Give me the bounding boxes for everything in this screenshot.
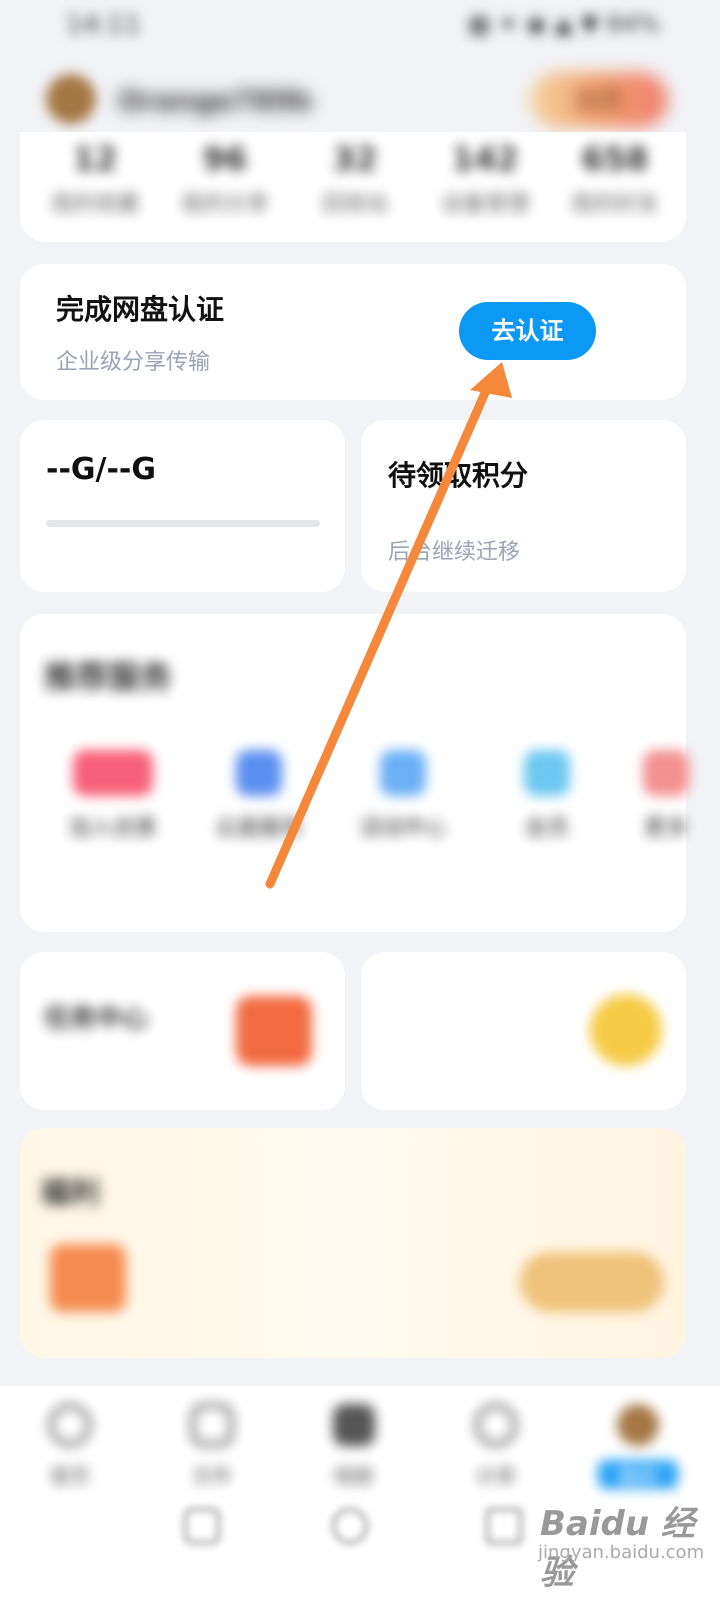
welfare-button[interactable] <box>520 1252 664 1312</box>
nav-share[interactable]: 分享 <box>456 1404 536 1489</box>
stat-friends[interactable]: 658 我的好友 <box>550 140 680 218</box>
share-icon <box>475 1404 517 1446</box>
service-item[interactable]: 会员 <box>482 740 612 854</box>
points-title: 待领取积分 <box>388 459 529 492</box>
nav-files[interactable]: 文件 <box>172 1404 252 1489</box>
stat-favorites[interactable]: 12 我的收藏 <box>30 140 160 218</box>
stat-value: 32 <box>332 140 378 178</box>
go-certify-button[interactable]: 去认证 <box>459 302 596 360</box>
welfare-thumbnail <box>50 1244 126 1312</box>
stat-value: 142 <box>451 140 519 178</box>
service-item[interactable]: 活动中心 <box>338 740 468 854</box>
service-icon <box>73 750 153 796</box>
diamond-icon <box>590 994 662 1066</box>
stat-label: 回收站 <box>321 192 388 217</box>
cert-title: 完成网盘认证 <box>56 293 225 326</box>
service-icon <box>524 750 570 796</box>
stat-shares[interactable]: 96 我的分享 <box>160 140 290 218</box>
welfare-title: 福利 <box>40 1176 100 1211</box>
welfare-card <box>20 1128 686 1358</box>
nav-label: 相册 <box>334 1464 374 1488</box>
service-name: 云盘服务 <box>214 816 303 841</box>
service-item[interactable]: 云盘服务 <box>194 740 324 854</box>
home-icon <box>49 1404 91 1446</box>
stat-devices[interactable]: 142 设备管理 <box>420 140 550 218</box>
service-icon <box>236 750 282 796</box>
service-name: 会员 <box>524 816 569 841</box>
stat-label: 设备管理 <box>440 192 529 217</box>
folder-icon <box>191 1404 233 1446</box>
stat-label: 我的分享 <box>180 192 269 217</box>
home-system-icon[interactable] <box>332 1508 368 1544</box>
task-center-title: 任务中心 <box>44 1004 149 1034</box>
nav-label: 我的 <box>598 1460 678 1489</box>
avatar[interactable] <box>46 74 96 124</box>
photo-icon <box>333 1404 375 1446</box>
nav-home[interactable]: 首页 <box>30 1404 110 1489</box>
service-name: 活动中心 <box>358 816 447 841</box>
points-subtitle: 后台继续迁移 <box>388 540 521 565</box>
cert-subtitle: 企业级分享传输 <box>56 350 211 375</box>
nav-label: 分享 <box>476 1464 516 1488</box>
stat-value: 12 <box>72 140 118 178</box>
nav-label: 首页 <box>50 1464 90 1488</box>
gift-icon <box>236 996 312 1066</box>
storage-card[interactable] <box>20 420 345 592</box>
stat-label: 我的好友 <box>570 192 659 217</box>
service-icon <box>380 750 426 796</box>
stat-recycle[interactable]: 32 回收站 <box>290 140 420 218</box>
nav-profile[interactable]: 我的 <box>598 1404 678 1489</box>
nav-photos[interactable]: 相册 <box>314 1404 394 1489</box>
status-time: 14:11 <box>66 10 141 40</box>
storage-value: --G/--G <box>46 452 157 487</box>
status-indicators: ▦ ✦ ◉ ▲ ▼ 84% <box>467 10 660 38</box>
service-item[interactable]: 更多 <box>626 740 706 854</box>
services-title: 推荐服务 <box>44 658 173 696</box>
back-icon[interactable] <box>486 1508 522 1544</box>
service-name: 加入创意 <box>68 816 157 841</box>
stat-value: 658 <box>581 140 649 178</box>
service-name: 更多 <box>643 816 688 841</box>
nav-label: 文件 <box>192 1464 232 1488</box>
service-icon <box>643 750 689 796</box>
stat-label: 我的收藏 <box>50 192 139 217</box>
baidu-watermark-url: jingyan.baidu.com <box>538 1542 705 1563</box>
avatar-icon <box>617 1404 659 1446</box>
username: Orange789b <box>118 84 312 117</box>
service-item[interactable]: 加入创意 <box>48 740 178 854</box>
points-card[interactable] <box>361 420 686 592</box>
recent-apps-icon[interactable] <box>184 1508 220 1544</box>
stat-value: 96 <box>202 140 248 178</box>
storage-progress-bar <box>46 520 320 527</box>
vip-button[interactable]: 会员 <box>530 72 668 128</box>
